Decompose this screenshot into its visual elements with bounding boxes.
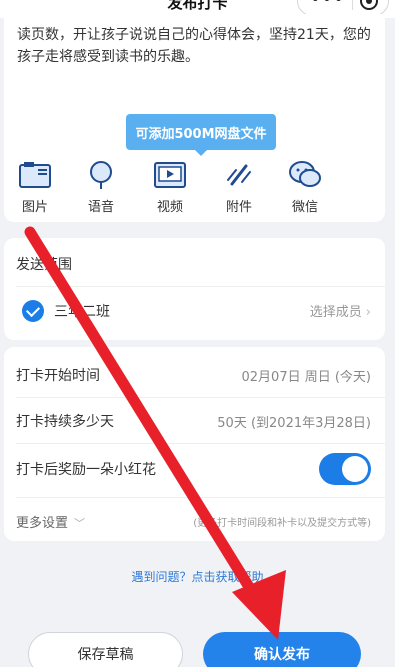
tool-voice[interactable]: 语音: [71, 160, 131, 215]
class-name: 三年二班: [54, 304, 110, 320]
scope-divider: [16, 286, 385, 287]
tool-wechat[interactable]: 微信: [275, 160, 335, 215]
tool-attachment-label: 附件: [225, 200, 252, 215]
image-icon: [19, 162, 51, 188]
start-time-value[interactable]: 02月07日 周日 (今天): [242, 366, 372, 385]
microphone-icon: [90, 161, 112, 189]
more-settings[interactable]: 更多设置 ﹀: [16, 512, 85, 531]
more-settings-label: 更多设置: [16, 516, 69, 531]
duration-label: 打卡持续多少天: [16, 414, 114, 430]
more-settings-hint: (更多打卡时间段和补卡以及提交方式等): [193, 518, 371, 529]
chevron-down-icon: ﹀: [74, 517, 86, 530]
upload-tooltip: 可添加500M网盘文件: [126, 114, 276, 156]
scope-title: 发送范围: [16, 257, 72, 273]
save-draft-button[interactable]: 保存草稿: [28, 632, 183, 667]
settings-card: 打卡开始时间 02月07日 周日 (今天) 打卡持续多少天 50天 (到2021…: [4, 347, 385, 541]
tool-voice-label: 语音: [87, 200, 114, 215]
settings-divider-3: [16, 497, 385, 498]
capsule-divider: [351, 0, 353, 10]
more-dots-icon[interactable]: •••: [310, 0, 345, 10]
check-circle-icon[interactable]: [22, 300, 44, 322]
tool-video[interactable]: 视频: [140, 160, 200, 215]
publish-button[interactable]: 确认发布: [203, 632, 361, 667]
wechat-icon: [289, 161, 321, 187]
settings-divider-2: [16, 443, 385, 444]
help-link[interactable]: 遇到问题？点击获取帮助: [0, 568, 395, 585]
tool-image-label: 图片: [21, 200, 48, 215]
content-card: 读页数，开让孩子说说自己的心得体会，坚持21天，您的孩子走将感受到读书的乐趣。 …: [4, 14, 385, 222]
settings-divider-1: [16, 397, 385, 398]
tool-attachment[interactable]: 附件: [209, 160, 269, 215]
reward-label: 打卡后奖励一朵小红花: [16, 462, 156, 478]
video-icon: [154, 162, 186, 188]
scope-card: 发送范围 三年二班 选择成员 ›: [4, 238, 385, 340]
reward-toggle[interactable]: [319, 453, 371, 485]
description-text[interactable]: 读页数，开让孩子说说自己的心得体会，坚持21天，您的孩子走将感受到读书的乐趣。: [17, 24, 377, 68]
attachment-toolbar: 图片 语音 视频 附件 微信: [4, 160, 385, 216]
toggle-knob: [342, 456, 368, 482]
tool-image[interactable]: 图片: [5, 160, 65, 215]
tool-wechat-label: 微信: [291, 200, 318, 215]
start-time-label: 打卡开始时间: [16, 368, 100, 384]
target-icon[interactable]: [359, 0, 378, 10]
duration-value[interactable]: 50天 (到2021年3月28日): [217, 412, 371, 431]
select-member-link[interactable]: 选择成员 ›: [310, 301, 371, 320]
chevron-right-icon: ›: [365, 305, 371, 320]
select-member-label: 选择成员: [309, 305, 362, 320]
attachment-icon: [227, 164, 251, 186]
tool-video-label: 视频: [156, 200, 183, 215]
